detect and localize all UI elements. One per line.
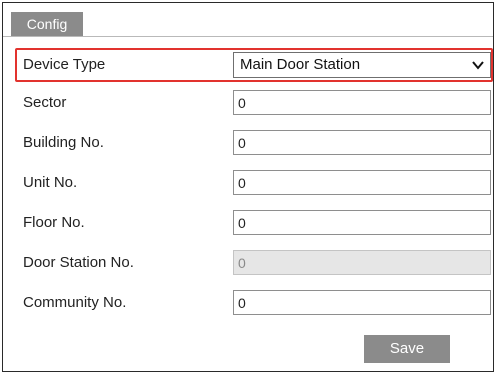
building-no-row: Building No. <box>3 126 493 160</box>
chevron-down-icon <box>472 61 484 70</box>
floor-no-label: Floor No. <box>23 214 85 231</box>
save-button[interactable]: Save <box>364 335 450 363</box>
door-station-no-row: Door Station No. <box>3 246 493 280</box>
unit-no-row: Unit No. <box>3 166 493 200</box>
community-no-label: Community No. <box>23 294 127 311</box>
floor-no-row: Floor No. <box>3 206 493 240</box>
tab-config[interactable]: Config <box>11 12 83 36</box>
unit-no-input[interactable] <box>233 170 491 195</box>
community-no-input[interactable] <box>233 290 491 315</box>
door-station-no-input <box>233 250 491 275</box>
device-type-select[interactable]: Main Door Station <box>233 52 491 78</box>
sector-label: Sector <box>23 94 67 111</box>
tab-bar: Config <box>3 3 493 37</box>
unit-no-label: Unit No. <box>23 174 78 191</box>
building-no-input[interactable] <box>233 130 491 155</box>
door-station-no-label: Door Station No. <box>23 254 134 271</box>
sector-row: Sector <box>3 86 493 120</box>
device-type-value: Main Door Station <box>240 56 361 73</box>
floor-no-input[interactable] <box>233 210 491 235</box>
building-no-label: Building No. <box>23 134 104 151</box>
device-type-row: Device Type Main Door Station <box>3 48 493 82</box>
sector-input[interactable] <box>233 90 491 115</box>
community-no-row: Community No. <box>3 286 493 320</box>
config-panel: Config Device Type Main Door Station Sec… <box>2 2 494 372</box>
device-type-label: Device Type <box>23 56 106 73</box>
